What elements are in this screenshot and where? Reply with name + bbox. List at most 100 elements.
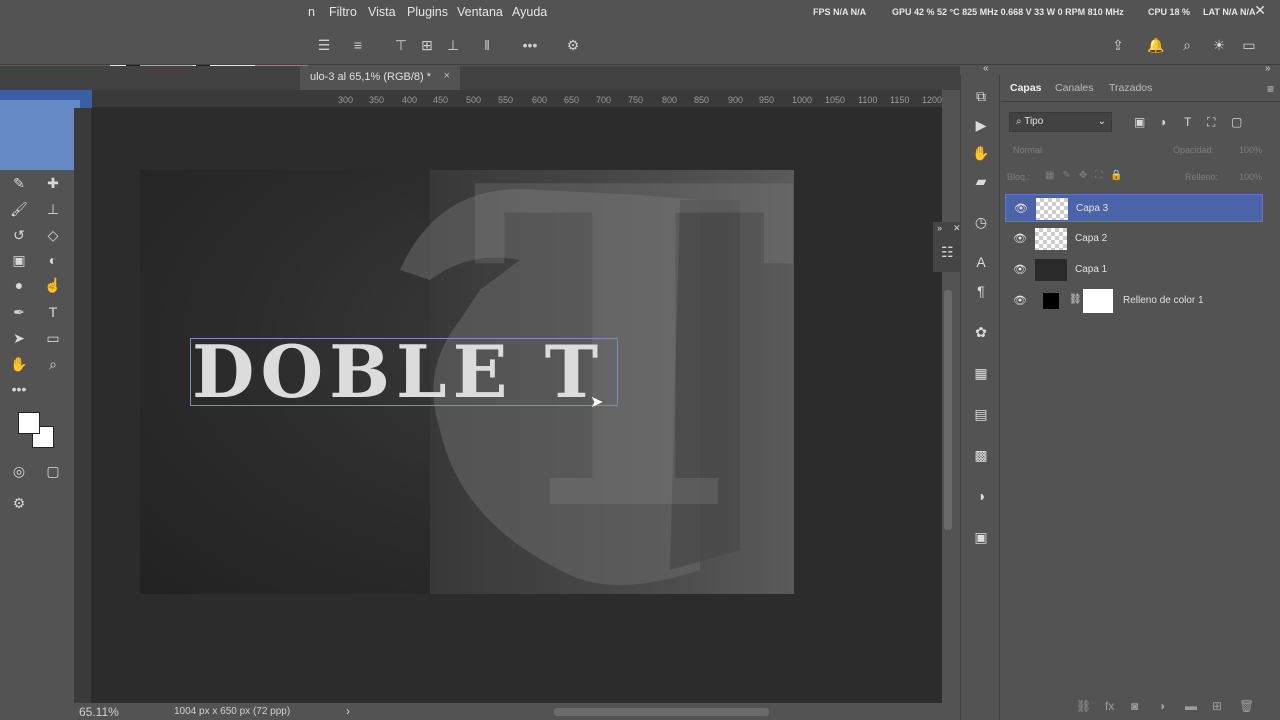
fx-icon[interactable]: fx	[1105, 699, 1114, 713]
clone-stamp-icon[interactable]: ⊥	[42, 198, 64, 220]
type-icon[interactable]: T	[42, 301, 64, 323]
menu-vista[interactable]: Vista	[368, 5, 396, 19]
align-top-icon[interactable]: ⊤	[393, 37, 409, 53]
zoom-level[interactable]: 65.11%	[79, 705, 119, 719]
light-icon[interactable]: ☀	[1211, 37, 1227, 53]
collapse-right-icon[interactable]: »	[1265, 63, 1271, 74]
eraser-icon[interactable]: ◇	[42, 224, 64, 246]
canvas-area[interactable]: T DOBLE T ➤	[92, 108, 942, 703]
vertical-scrollbar[interactable]	[944, 290, 952, 530]
group-icon[interactable]: ▬	[1185, 699, 1197, 713]
share-icon[interactable]: ⇪	[1110, 37, 1126, 53]
paragraph-icon[interactable]: ¶	[970, 280, 992, 302]
layer-row-capa-3[interactable]: 👁 Capa 3	[1005, 194, 1263, 222]
pattern-icon[interactable]: ▩	[970, 444, 992, 466]
visibility-eye-icon[interactable]: 👁	[1013, 232, 1027, 245]
document-canvas[interactable]: T DOBLE T ➤	[140, 170, 794, 594]
search-icon: ⌕	[1016, 116, 1025, 127]
adjust-sliders-icon[interactable]: ☷	[941, 244, 954, 261]
align-middle-icon[interactable]: ⊞	[419, 37, 435, 53]
trash-icon[interactable]: 🗑	[1239, 699, 1254, 713]
screen-mode-icon[interactable]: ▢	[42, 460, 64, 482]
layer-row-relleno[interactable]: 👁 ⛓ Relleno de color 1	[1005, 287, 1263, 315]
menu-item-partial[interactable]: n	[308, 5, 315, 19]
zoom-icon[interactable]: ⌕	[42, 353, 64, 375]
clock-icon[interactable]: ◷	[970, 211, 992, 233]
search-icon[interactable]: ⌕	[1179, 37, 1195, 53]
status-arrow-icon[interactable]: ›	[346, 704, 350, 718]
layer-row-capa-2[interactable]: 👁 Capa 2	[1005, 225, 1263, 253]
quick-mask-icon[interactable]: ◎	[8, 460, 30, 482]
type-filter-icon[interactable]: T	[1184, 115, 1191, 129]
edit-toolbar-icon[interactable]: ⚙	[8, 492, 30, 514]
collapse-icon[interactable]: «	[983, 63, 989, 74]
tab-close-icon[interactable]: ×	[444, 70, 450, 82]
more-tools-icon[interactable]: •••	[8, 378, 30, 400]
fill-value[interactable]: 100%	[1239, 172, 1262, 182]
expand-icon[interactable]: »	[937, 223, 942, 233]
add-mask-icon[interactable]: ◙	[1131, 699, 1138, 713]
layer-row-capa-1[interactable]: 👁 Capa 1	[1005, 256, 1263, 284]
character-icon[interactable]: A	[970, 251, 992, 273]
path-select-icon[interactable]: ➤	[8, 327, 30, 349]
align-bottom-icon[interactable]: ⊥	[445, 37, 461, 53]
adjustment-layer-icon[interactable]: ◑	[1158, 699, 1165, 713]
vertical-ruler	[74, 108, 92, 703]
menu-ventana[interactable]: Ventana	[457, 5, 503, 19]
horizontal-scrollbar[interactable]	[554, 708, 769, 716]
menu-plugins[interactable]: Plugins	[407, 5, 448, 19]
document-tab[interactable]: ulo-3 al 65,1% (RGB/8) * ×	[300, 66, 460, 90]
gear-icon[interactable]: ⚙	[565, 37, 581, 53]
close-icon[interactable]: ✕	[1254, 2, 1266, 19]
menu-ayuda[interactable]: Ayuda	[512, 5, 547, 19]
visibility-eye-icon[interactable]: 👁	[1013, 263, 1027, 276]
tab-canales[interactable]: Canales	[1055, 82, 1094, 94]
menu-filtro[interactable]: Filtro	[329, 5, 357, 19]
gradient-icon[interactable]: ▣	[8, 249, 30, 271]
rectangle-icon[interactable]: ▭	[42, 327, 64, 349]
bell-icon[interactable]: 🔔	[1147, 37, 1164, 53]
opacity-value[interactable]: 100%	[1239, 145, 1262, 155]
libraries-icon[interactable]: ▣	[970, 526, 992, 548]
hand-icon[interactable]: ✋	[8, 353, 30, 375]
grid-icon[interactable]: ▦	[970, 362, 992, 384]
comment-icon[interactable]: ▰	[970, 170, 992, 192]
link-layers-icon[interactable]: ⛓	[1076, 699, 1091, 713]
smudge-icon[interactable]: ☝	[42, 274, 64, 296]
adjust-icon[interactable]: ◑	[970, 485, 992, 507]
history-icon[interactable]: ⧉	[970, 85, 992, 107]
blur-icon[interactable]: ◐	[42, 249, 64, 271]
pen-icon[interactable]: ✒	[8, 301, 30, 323]
dodge-icon[interactable]: ●	[8, 274, 30, 296]
visibility-eye-icon[interactable]: 👁	[1014, 202, 1028, 215]
align-left-icon[interactable]: ☰	[316, 37, 332, 53]
distribute-icon[interactable]: ‖	[479, 37, 495, 53]
adjustment-filter-icon[interactable]: ◑	[1159, 115, 1166, 129]
ruler-tick: 950	[759, 95, 775, 105]
healing-brush-icon[interactable]: ✚	[42, 172, 64, 194]
layer-name: Relleno de color 1	[1123, 295, 1204, 306]
shape-filter-icon[interactable]: ⛶	[1207, 115, 1215, 130]
smart-filter-icon[interactable]: ▢	[1231, 115, 1242, 129]
blend-mode-dropdown[interactable]: Normal	[1013, 145, 1042, 155]
brush-icon[interactable]: 🖌	[8, 198, 30, 220]
eyedropper-icon[interactable]: ✎	[8, 172, 30, 194]
align-center-icon[interactable]: ≡	[350, 37, 366, 53]
lock-icons[interactable]: ▦✎✥⛶🔒	[1045, 170, 1131, 181]
foreground-color-swatch[interactable]	[18, 412, 40, 434]
history-brush-icon[interactable]: ↺	[8, 224, 30, 246]
tab-capas[interactable]: Capas	[1010, 82, 1042, 94]
image-filter-icon[interactable]: ▣	[1134, 115, 1145, 129]
ruler-tick: 1100	[858, 95, 878, 105]
palette-icon[interactable]: ✿	[970, 321, 992, 343]
workspace-icon[interactable]: ▭	[1241, 37, 1257, 53]
more-options-icon[interactable]: •••	[522, 37, 538, 53]
gradient-icon[interactable]: ▤	[970, 403, 992, 425]
visibility-eye-icon[interactable]: 👁	[1013, 294, 1027, 307]
layer-filter-dropdown[interactable]: ⌕ Tipo ⌄	[1009, 112, 1112, 132]
tab-trazados[interactable]: Trazados	[1109, 82, 1152, 94]
hand-icon[interactable]: ✋	[970, 142, 992, 164]
panel-menu-icon[interactable]: ≡	[1267, 82, 1274, 96]
play-icon[interactable]: ▶	[970, 114, 992, 136]
new-layer-icon[interactable]: ⊞	[1212, 699, 1222, 713]
